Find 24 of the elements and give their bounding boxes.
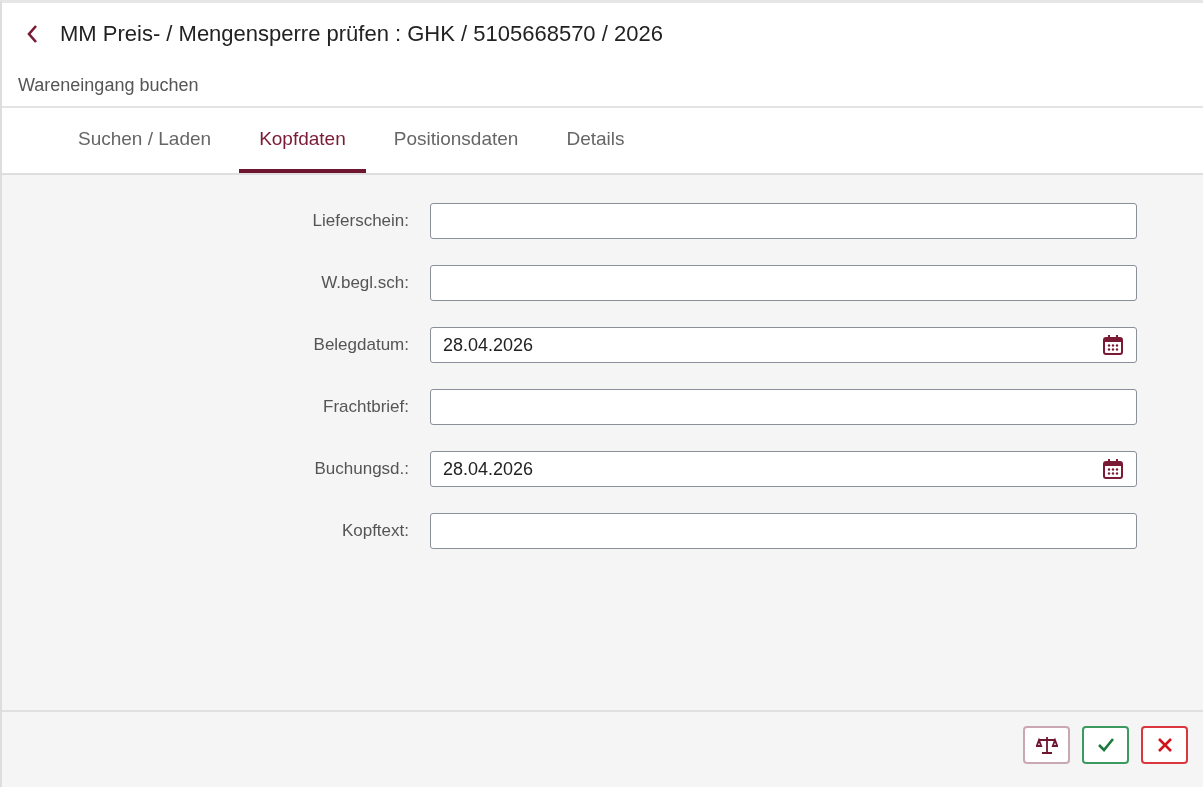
field-label: Kopftext: bbox=[340, 521, 409, 541]
tab[interactable]: Details bbox=[546, 108, 645, 173]
balance-button[interactable] bbox=[1023, 725, 1070, 764]
confirm-button[interactable] bbox=[1082, 725, 1129, 764]
page-title: MM Preis- / Mengensperre prüfen : GHK / 5105668570 / 2026 bbox=[60, 21, 663, 47]
field-label: Buchungsd.: bbox=[313, 459, 409, 479]
input-field[interactable] bbox=[430, 203, 1137, 239]
input-field[interactable] bbox=[430, 513, 1137, 549]
date-field[interactable]: 28.04.2026 bbox=[430, 327, 1137, 363]
field-label: Lieferschein: bbox=[311, 211, 409, 231]
field-label: Frachtbrief: bbox=[322, 397, 409, 417]
date-field[interactable]: 28.04.2026 bbox=[430, 451, 1137, 487]
input-field[interactable] bbox=[430, 265, 1137, 301]
tab[interactable]: Suchen / Laden bbox=[58, 108, 232, 173]
input-field[interactable] bbox=[430, 389, 1137, 425]
back-icon bbox=[26, 24, 38, 44]
calendar-icon[interactable] bbox=[1102, 458, 1124, 480]
tab[interactable]: Positionsdaten bbox=[373, 108, 539, 173]
cancel-button[interactable] bbox=[1141, 725, 1188, 764]
field-label: W.begl.sch: bbox=[320, 273, 409, 293]
page-subtitle: Wareneingang buchen bbox=[18, 74, 200, 96]
close-icon bbox=[1155, 735, 1174, 754]
field-label: Belegdatum: bbox=[312, 335, 409, 355]
calendar-icon[interactable] bbox=[1102, 334, 1124, 356]
